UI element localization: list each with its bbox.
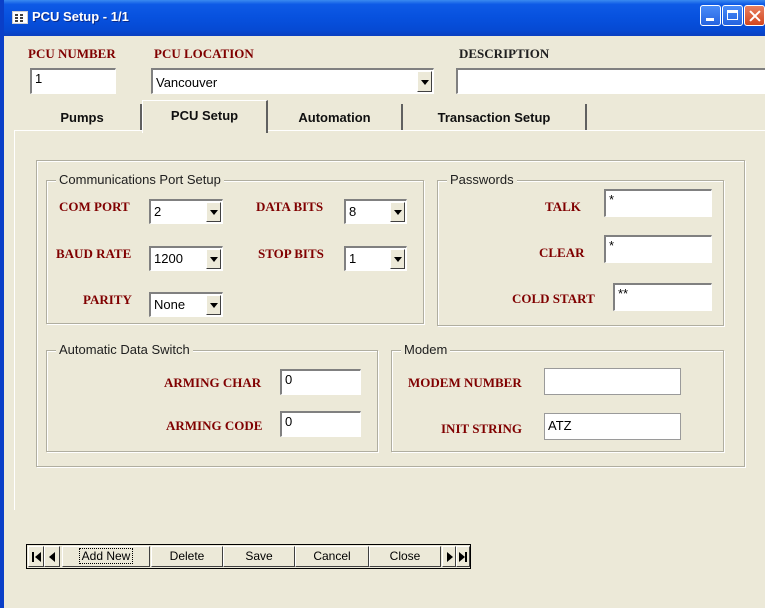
pcu-location-select[interactable]: Vancouver — [151, 68, 434, 94]
minimize-button[interactable] — [700, 5, 721, 26]
clear-label: CLEAR — [539, 245, 585, 260]
tab-automation[interactable]: Automation — [268, 104, 403, 130]
pcu-setup-window: PCU Setup - 1/1 PCU NUMBER 1 PCU LOCATIO… — [0, 0, 765, 608]
stop-bits-value: 1 — [349, 251, 357, 266]
data-bits-value: 8 — [349, 204, 357, 219]
tab-pumps[interactable]: Pumps — [24, 104, 142, 130]
parity-label: PARITY — [83, 292, 132, 307]
com-port-select[interactable]: 2 — [149, 199, 223, 224]
add-new-button[interactable]: Add New — [62, 546, 150, 567]
chevron-down-icon[interactable] — [390, 249, 405, 269]
first-record-button[interactable] — [28, 546, 44, 567]
pcu-number-label: PCU NUMBER — [28, 46, 116, 61]
parity-select[interactable]: None — [149, 292, 223, 317]
cold-start-password-field[interactable]: ** — [613, 283, 712, 311]
title-bar[interactable]: PCU Setup - 1/1 — [4, 0, 765, 36]
data-bits-select[interactable]: 8 — [344, 199, 407, 224]
arming-char-label: ARMING CHAR — [164, 375, 262, 390]
parity-value: None — [154, 297, 186, 312]
arming-char-field[interactable]: 0 — [280, 369, 361, 395]
add-new-label: Add New — [78, 548, 134, 564]
pcu-number-field[interactable]: 1 — [30, 68, 116, 94]
com-port-value: 2 — [154, 204, 162, 219]
baud-rate-select[interactable]: 1200 — [149, 246, 223, 271]
save-label: Save — [245, 549, 273, 563]
talk-label: TALK — [545, 199, 581, 214]
cancel-label: Cancel — [313, 549, 351, 563]
automatic-data-switch-title: Automatic Data Switch — [56, 342, 193, 357]
cancel-button[interactable]: Cancel — [295, 546, 369, 567]
save-button[interactable]: Save — [223, 546, 295, 567]
last-record-button[interactable] — [456, 546, 470, 567]
previous-record-button[interactable] — [44, 546, 60, 567]
tab-pcu-setup[interactable]: PCU Setup — [142, 100, 268, 133]
passwords-title: Passwords — [447, 172, 517, 187]
description-field[interactable] — [456, 68, 765, 94]
record-navigation-bar: Add New Delete Save Cancel Close — [26, 544, 471, 569]
close-label: Close — [389, 549, 421, 563]
modem-number-field[interactable] — [544, 368, 681, 395]
chevron-down-icon[interactable] — [390, 202, 405, 222]
maximize-button[interactable] — [722, 5, 743, 26]
last-record-bar-icon — [465, 552, 467, 562]
com-port-label: COM PORT — [59, 199, 130, 214]
modem-title: Modem — [401, 342, 451, 357]
tab-automation-label: Automation — [298, 110, 371, 125]
init-string-label: INIT STRING — [441, 421, 523, 436]
clear-password-field[interactable]: * — [604, 235, 712, 263]
previous-record-icon — [49, 552, 55, 562]
delete-button[interactable]: Delete — [151, 546, 223, 567]
window-title: PCU Setup - 1/1 — [32, 9, 129, 24]
next-record-icon — [447, 552, 453, 562]
close-window-button[interactable] — [744, 5, 765, 26]
chevron-down-icon[interactable] — [206, 295, 221, 315]
modem-number-label: MODEM NUMBER — [408, 375, 522, 390]
tab-transaction-setup[interactable]: Transaction Setup — [403, 104, 587, 130]
baud-rate-label: BAUD RATE — [56, 246, 132, 261]
baud-rate-value: 1200 — [154, 251, 183, 266]
close-button[interactable]: Close — [369, 546, 441, 567]
data-bits-label: DATA BITS — [256, 199, 324, 214]
form-icon[interactable] — [12, 11, 28, 24]
arming-code-label: ARMING CODE — [166, 418, 263, 433]
next-record-button[interactable] — [442, 546, 456, 567]
communications-port-title: Communications Port Setup — [56, 172, 224, 187]
tab-transaction-setup-label: Transaction Setup — [437, 110, 551, 125]
pcu-location-value: Vancouver — [156, 75, 218, 90]
chevron-down-icon[interactable] — [417, 71, 432, 92]
first-record-arrow-icon — [35, 552, 41, 562]
chevron-down-icon[interactable] — [206, 202, 221, 222]
pcu-location-label: PCU LOCATION — [154, 46, 254, 61]
init-string-field[interactable]: ATZ — [544, 413, 681, 440]
first-record-icon — [32, 552, 34, 562]
cold-start-label: COLD START — [512, 291, 595, 306]
stop-bits-label: STOP BITS — [258, 246, 324, 261]
chevron-down-icon[interactable] — [206, 249, 221, 269]
arming-code-field[interactable]: 0 — [280, 411, 361, 437]
delete-label: Delete — [169, 549, 205, 563]
stop-bits-select[interactable]: 1 — [344, 246, 407, 271]
tab-pumps-label: Pumps — [60, 110, 104, 125]
talk-password-field[interactable]: * — [604, 189, 712, 217]
description-label: DESCRIPTION — [459, 46, 550, 61]
tab-pcu-setup-label: PCU Setup — [170, 108, 239, 123]
